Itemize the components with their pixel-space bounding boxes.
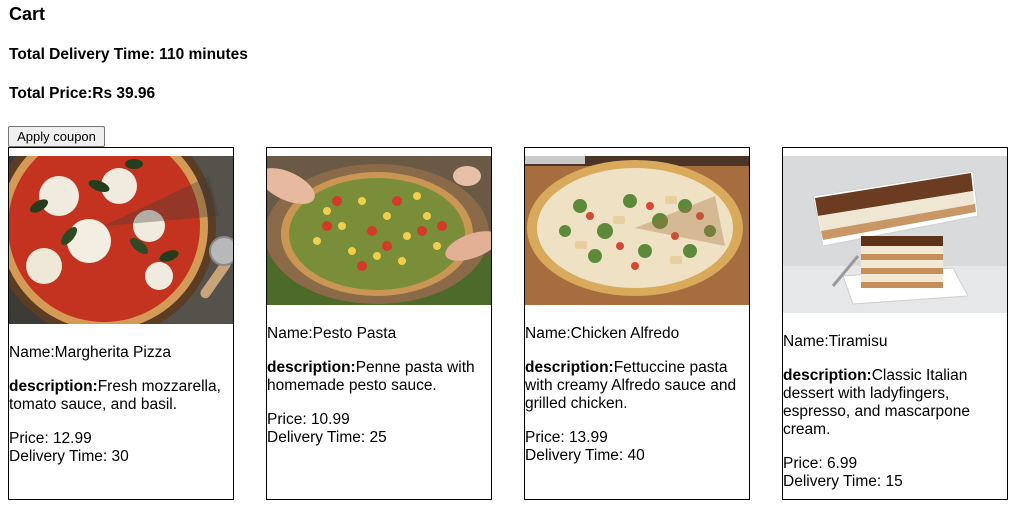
item-delivery-value: 40 xyxy=(627,447,645,464)
item-price-value: 6.99 xyxy=(826,455,858,472)
item-name: Name:Margherita Pizza xyxy=(9,344,231,362)
item-name-value: Tiramisu xyxy=(828,333,888,350)
item-delivery-time: Delivery Time: 30 xyxy=(9,448,231,466)
item-delivery-label: Delivery Time: xyxy=(525,447,628,464)
item-details: Name:Tiramisu description:Classic Italia… xyxy=(783,333,1005,491)
item-price: Price: 13.99 xyxy=(525,429,747,447)
item-price-value: 12.99 xyxy=(52,430,92,447)
item-description: description:Classic Italian dessert with… xyxy=(783,367,1005,439)
total-delivery-value: 110 minutes xyxy=(154,46,248,63)
item-description: description:Fresh mozzarella, tomato sau… xyxy=(9,378,231,414)
cart-item-card: Name:Pesto Pasta description:Penne pasta… xyxy=(266,147,492,500)
item-delivery-value: 15 xyxy=(885,473,903,490)
item-price-value: 13.99 xyxy=(568,429,608,446)
tiramisu-photo xyxy=(783,156,1007,313)
item-description-label: description: xyxy=(525,359,614,376)
item-name-label: Name: xyxy=(267,325,313,342)
item-delivery-label: Delivery Time: xyxy=(783,473,886,490)
item-description-label: description: xyxy=(9,378,98,395)
item-price: Price: 12.99 xyxy=(9,430,231,448)
item-price-label: Price: xyxy=(9,430,53,447)
total-price-label: Total Price: xyxy=(9,85,93,102)
cart-page: Cart Total Delivery Time: 110 minutes To… xyxy=(0,0,1020,512)
cart-item-card: Name:Chicken Alfredo description:Fettucc… xyxy=(524,147,750,500)
item-name-label: Name: xyxy=(525,325,571,342)
item-description: description:Penne pasta with homemade pe… xyxy=(267,359,489,395)
item-delivery-label: Delivery Time: xyxy=(9,448,112,465)
item-name: Name:Pesto Pasta xyxy=(267,325,489,343)
item-description: description:Fettuccine pasta with creamy… xyxy=(525,359,747,413)
item-price: Price: 6.99 xyxy=(783,455,1005,473)
cart-item-card: Name:Margherita Pizza description:Fresh … xyxy=(8,147,234,500)
item-delivery-time: Delivery Time: 25 xyxy=(267,429,489,447)
item-delivery-time: Delivery Time: 15 xyxy=(783,473,1005,491)
item-description-label: description: xyxy=(267,359,356,376)
item-delivery-time: Delivery Time: 40 xyxy=(525,447,747,465)
item-details: Name:Pesto Pasta description:Penne pasta… xyxy=(267,325,489,447)
item-description-label: description: xyxy=(783,367,872,384)
item-name-value: Chicken Alfredo xyxy=(570,325,680,342)
item-price-label: Price: xyxy=(783,455,827,472)
cart-items-list: Name:Margherita Pizza description:Fresh … xyxy=(8,147,1012,500)
item-name-label: Name: xyxy=(783,333,829,350)
item-delivery-value: 25 xyxy=(369,429,387,446)
apply-coupon-button[interactable]: Apply coupon xyxy=(8,126,105,147)
item-price: Price: 10.99 xyxy=(267,411,489,429)
total-price-value: Rs 39.96 xyxy=(92,85,156,102)
item-name-value: Pesto Pasta xyxy=(312,325,397,342)
item-details: Name:Chicken Alfredo description:Fettucc… xyxy=(525,325,747,465)
margherita-pizza-photo xyxy=(9,156,233,324)
total-price: Total Price:Rs 39.96 xyxy=(9,85,155,103)
item-price-label: Price: xyxy=(267,411,311,428)
item-delivery-label: Delivery Time: xyxy=(267,429,370,446)
item-delivery-value: 30 xyxy=(111,448,129,465)
chicken-alfredo-pizza-photo xyxy=(525,156,749,305)
cart-item-card: Name:Tiramisu description:Classic Italia… xyxy=(782,147,1008,500)
item-name: Name:Chicken Alfredo xyxy=(525,325,747,343)
item-price-value: 10.99 xyxy=(310,411,350,428)
item-price-label: Price: xyxy=(525,429,569,446)
item-name: Name:Tiramisu xyxy=(783,333,1005,351)
page-title: Cart xyxy=(9,4,46,24)
total-delivery-time: Total Delivery Time: 110 minutes xyxy=(9,46,248,64)
item-details: Name:Margherita Pizza description:Fresh … xyxy=(9,344,231,466)
total-delivery-label: Total Delivery Time: xyxy=(9,46,155,63)
item-name-label: Name: xyxy=(9,344,55,361)
pesto-pizza-photo xyxy=(267,156,491,305)
item-name-value: Margherita Pizza xyxy=(54,344,171,361)
